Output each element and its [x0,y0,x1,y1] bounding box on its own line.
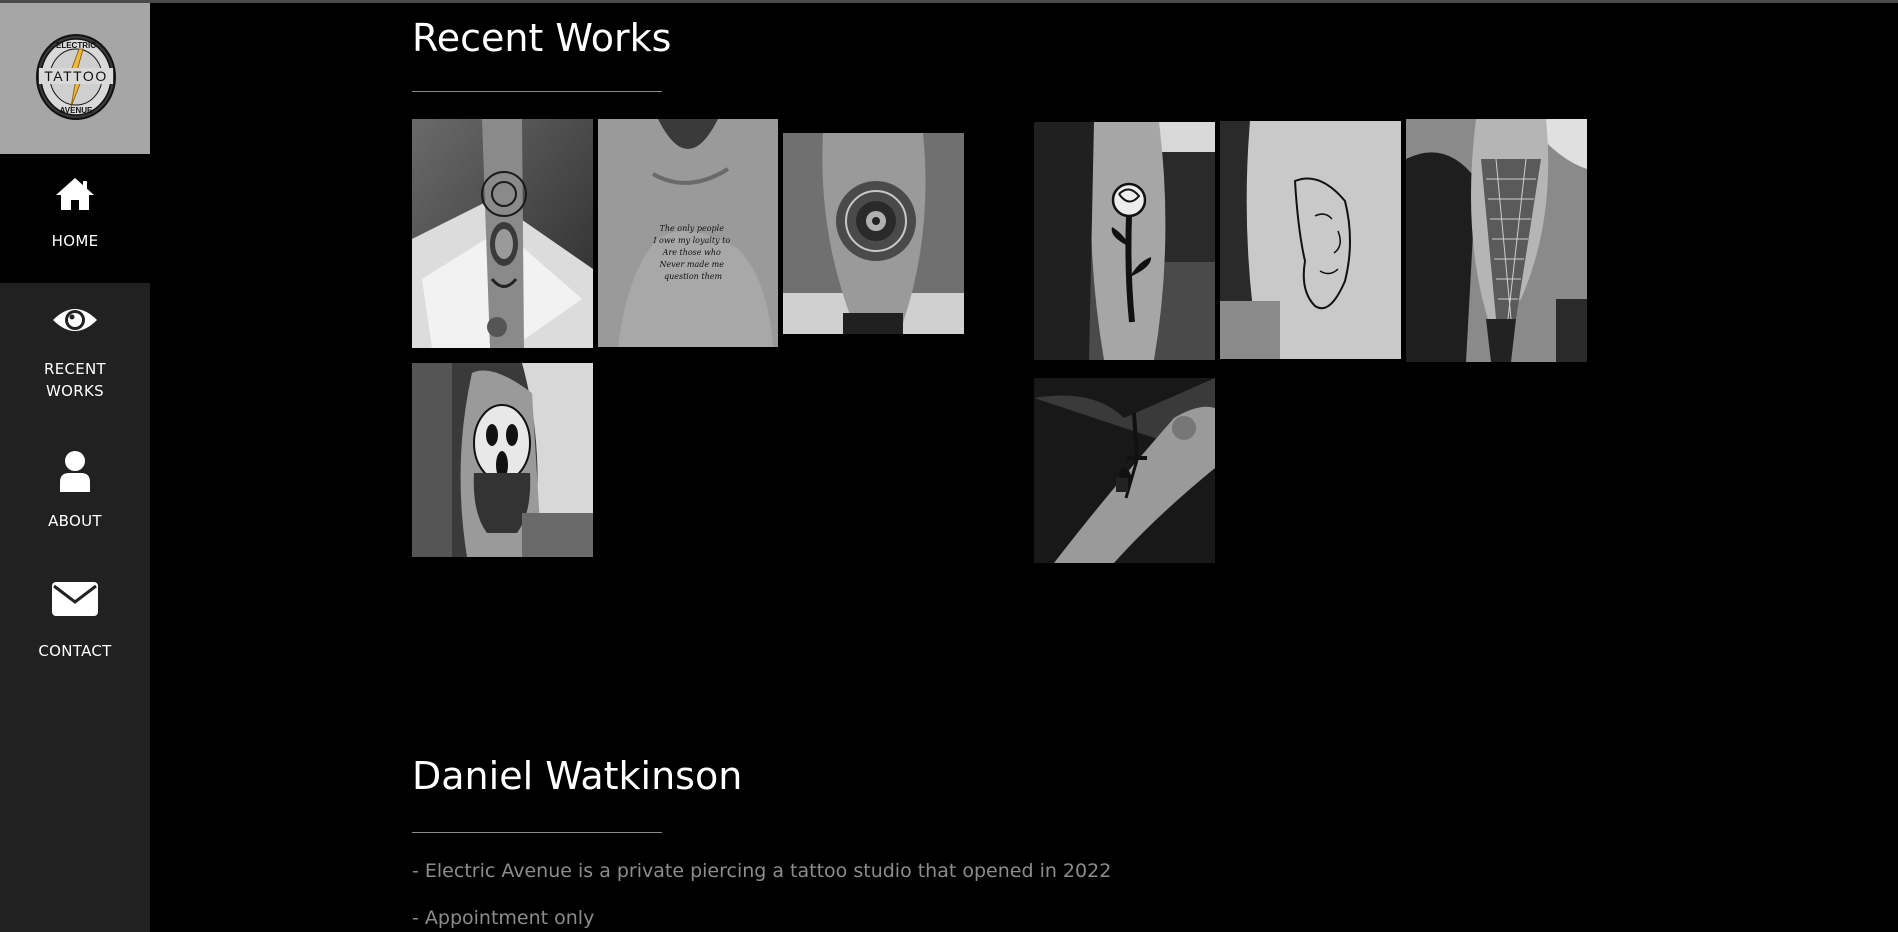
envelope-icon [52,582,98,616]
about-divider [412,832,662,833]
nav-recent-works[interactable]: RECENT WORKS [0,283,150,413]
svg-text:AVENUE: AVENUE [60,106,93,115]
nav-home-label: HOME [51,232,99,250]
user-icon [60,451,90,492]
gallery-photo-line-face[interactable] [1220,121,1401,359]
about-line-2: - Appointment only [412,907,595,929]
window-top-border [0,0,1898,3]
gallery-photo-buddha-forearm[interactable] [412,119,593,348]
nav-contact[interactable]: CONTACT [0,548,150,668]
gallery-photo-rose-forearm[interactable] [1034,122,1215,360]
home-icon [56,178,94,210]
gallery-photo-mandala-calf[interactable] [783,133,964,334]
gallery-photo-chest-script[interactable]: The only people I owe my loyalty to Are … [598,119,778,347]
recent-works-divider [412,91,662,92]
logo-panel[interactable]: TATTOO ELECTRIC AVENUE [0,3,150,154]
nav-contact-label: CONTACT [38,642,112,660]
svg-text:ELECTRIC: ELECTRIC [56,41,96,50]
nav-about[interactable]: ABOUT [0,423,150,538]
gallery-photo-geometric-leg[interactable] [1406,119,1587,362]
sidebar: TATTOO ELECTRIC AVENUE HOME RECENT WORKS… [0,3,150,932]
svg-text:TATTOO: TATTOO [44,68,107,84]
about-title: Daniel Watkinson [412,754,743,798]
nav-home[interactable]: HOME [0,154,150,283]
about-line-1: - Electric Avenue is a private piercing … [412,860,1112,882]
nav-recent-label-line2: WORKS [46,382,104,400]
eye-icon [53,309,97,331]
studio-logo: TATTOO ELECTRIC AVENUE [36,34,116,120]
gallery-photo-dagger-arm[interactable] [1034,378,1215,563]
nav-about-label: ABOUT [48,512,102,530]
gallery-photo-ghostface-forearm[interactable] [412,363,593,557]
recent-works-title: Recent Works [412,16,672,60]
nav-recent-label-line1: RECENT [43,360,107,378]
svg-text:The only people I owe my: The only people I owe my loyalty to Are … [652,224,732,281]
